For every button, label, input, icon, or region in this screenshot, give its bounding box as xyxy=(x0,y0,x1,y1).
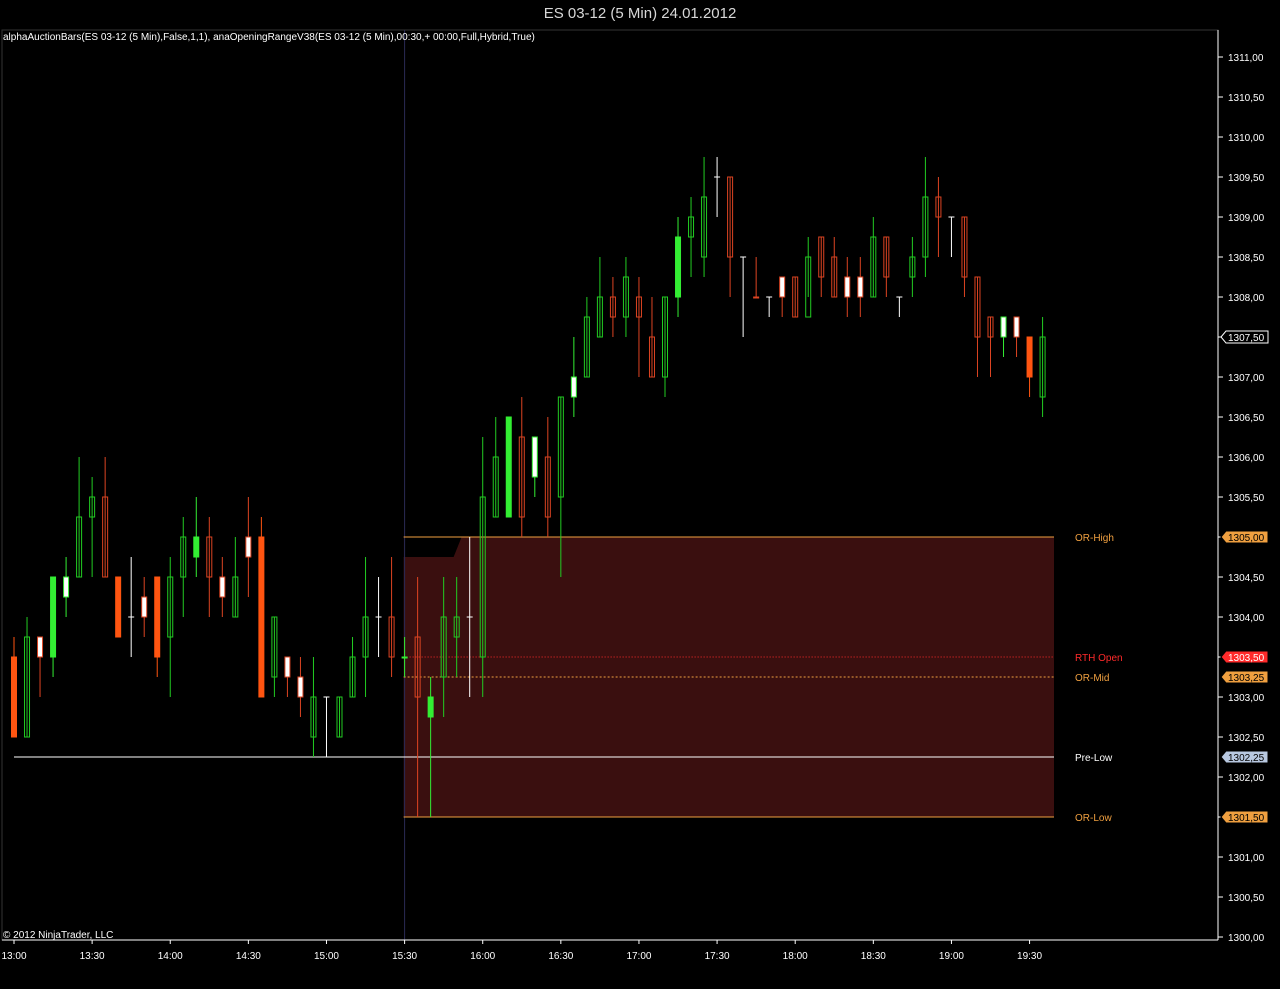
candle-body xyxy=(753,296,760,299)
candle-body xyxy=(219,576,226,598)
candle-body xyxy=(258,536,265,698)
price-tick-label: 1311,00 xyxy=(1228,53,1264,64)
price-tick-label: 1306,00 xyxy=(1228,453,1265,464)
price-tick-label: 1307,00 xyxy=(1228,373,1265,384)
time-tick-label: 18:00 xyxy=(783,951,808,962)
price-tick-label: 1302,00 xyxy=(1228,773,1265,784)
price-tick-label: 1309,00 xyxy=(1228,213,1265,224)
candle-body xyxy=(401,656,408,659)
time-tick-label: 17:30 xyxy=(705,951,730,962)
price-tick-label: 1308,00 xyxy=(1228,293,1265,304)
price-tick-label: 1302,50 xyxy=(1228,733,1265,744)
time-tick-label: 15:00 xyxy=(314,951,339,962)
time-tick-label: 13:00 xyxy=(1,951,26,962)
candle-body xyxy=(531,436,538,478)
time-tick-label: 13:30 xyxy=(80,951,105,962)
last-price-label: 1307,50 xyxy=(1228,333,1265,344)
candle-body xyxy=(779,276,786,298)
candle-body xyxy=(154,576,161,658)
price-tick-label: 1306,50 xyxy=(1228,413,1265,424)
indicator-label: alphaAuctionBars(ES 03-12 (5 Min),False,… xyxy=(3,32,535,43)
candle-body xyxy=(50,576,57,658)
level-label-or-low: OR-Low xyxy=(1075,813,1112,824)
copyright-text: © 2012 NinjaTrader, LLC xyxy=(3,930,114,941)
price-tick-label: 1300,00 xyxy=(1228,933,1265,944)
time-tick-label: 14:30 xyxy=(236,951,261,962)
price-tick-label: 1303,00 xyxy=(1228,693,1265,704)
price-tick-label: 1305,50 xyxy=(1228,493,1265,504)
candle-body xyxy=(857,276,864,298)
level-pre-low-tag-label: 1302,25 xyxy=(1228,753,1265,764)
candle-body xyxy=(1013,316,1020,338)
candle-body xyxy=(115,576,122,638)
price-tick-label: 1310,50 xyxy=(1228,93,1265,104)
candle-body xyxy=(505,416,512,518)
level-label-or-mid: OR-Mid xyxy=(1075,673,1109,684)
candle-body xyxy=(141,596,148,618)
candle-body xyxy=(11,656,17,738)
time-tick-label: 19:30 xyxy=(1017,951,1042,962)
price-tick-label: 1308,50 xyxy=(1228,253,1265,264)
candlestick-chart[interactable]: OR-High RTH Open OR-Mid Pre-Low OR-Low 1300,0… xyxy=(0,0,1280,989)
candle-body xyxy=(37,636,44,658)
candle-body xyxy=(1000,316,1007,338)
candle-body xyxy=(427,696,434,718)
candle-body xyxy=(675,236,682,298)
candle-body xyxy=(297,676,304,698)
candle-body xyxy=(844,276,851,298)
time-tick-label: 16:00 xyxy=(470,951,495,962)
time-tick-label: 18:30 xyxy=(861,951,886,962)
time-tick-label: 14:00 xyxy=(158,951,183,962)
level-or-low-tag-label: 1301,50 xyxy=(1228,813,1265,824)
price-tick-label: 1301,00 xyxy=(1228,853,1265,864)
level-or-high-tag-label: 1305,00 xyxy=(1228,533,1265,544)
price-tick-label: 1309,50 xyxy=(1228,173,1265,184)
level-rth-open-tag-label: 1303,50 xyxy=(1228,653,1265,664)
price-tick-label: 1304,50 xyxy=(1228,573,1265,584)
time-tick-label: 17:00 xyxy=(626,951,651,962)
time-tick-label: 19:00 xyxy=(939,951,964,962)
time-tick-label: 15:30 xyxy=(392,951,417,962)
level-label-pre-low: Pre-Low xyxy=(1075,753,1113,764)
candle-body xyxy=(1026,336,1033,378)
candle-body xyxy=(245,536,252,558)
time-tick-label: 16:30 xyxy=(548,951,573,962)
price-tick-label: 1304,00 xyxy=(1228,613,1265,624)
level-label-or-high: OR-High xyxy=(1075,533,1114,544)
candle-body xyxy=(570,376,577,398)
candle-body xyxy=(284,656,291,678)
level-label-rth-open: RTH Open xyxy=(1075,653,1123,664)
level-or-mid-tag-label: 1303,25 xyxy=(1228,673,1265,684)
candle-body xyxy=(63,576,70,598)
price-tick-label: 1300,50 xyxy=(1228,893,1265,904)
candle-body xyxy=(193,536,200,558)
price-tick-label: 1310,00 xyxy=(1228,133,1265,144)
